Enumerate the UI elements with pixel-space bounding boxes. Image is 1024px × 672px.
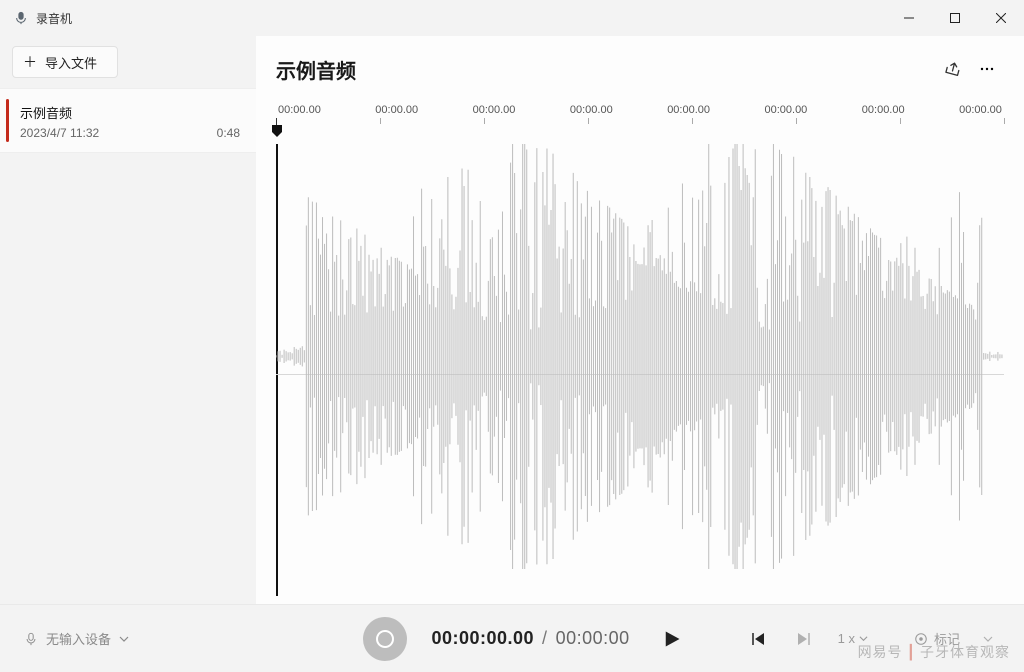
share-icon <box>945 61 961 77</box>
timeline-label: 00:00.00 <box>959 104 1002 116</box>
record-icon <box>376 630 394 648</box>
timeline-label: 00:00.00 <box>375 104 418 116</box>
playhead[interactable] <box>276 128 1004 142</box>
app-icon <box>14 11 28 25</box>
more-icon <box>979 61 995 77</box>
share-button[interactable] <box>936 52 970 86</box>
play-icon <box>662 629 682 649</box>
timeline-label: 00:00.00 <box>764 104 807 116</box>
marker-dropdown-button[interactable] <box>970 621 1006 657</box>
playback-speed-selector[interactable]: 1 x <box>832 627 874 650</box>
timeline-label: 00:00.00 <box>473 104 516 116</box>
more-button[interactable] <box>970 52 1004 86</box>
marker-icon <box>914 632 928 646</box>
main-panel: 示例音频 00:00.00 00:00.00 00:00.00 00:00.00… <box>256 36 1024 604</box>
timeline-labels: 00:00.00 00:00.00 00:00.00 00:00.00 00:0… <box>276 104 1004 116</box>
timeline-label: 00:00.00 <box>570 104 613 116</box>
chevron-down-icon <box>859 634 868 643</box>
close-button[interactable] <box>978 2 1024 34</box>
time-display: 00:00:00.00 / 00:00:00 <box>431 628 629 649</box>
playhead-marker-icon <box>271 124 283 143</box>
skip-forward-button[interactable] <box>786 621 822 657</box>
time-separator: / <box>542 628 548 649</box>
app-title: 录音机 <box>36 10 72 27</box>
page-title: 示例音频 <box>276 55 356 84</box>
play-button[interactable] <box>654 621 690 657</box>
recording-duration: 0:48 <box>217 126 240 140</box>
skip-forward-icon <box>796 631 812 647</box>
marker-label: 标记 <box>934 629 960 648</box>
timeline-label: 00:00.00 <box>862 104 905 116</box>
mic-icon <box>24 632 38 646</box>
plus-icon: ＋ <box>23 55 37 69</box>
timeline-label: 00:00.00 <box>278 104 321 116</box>
title-bar: 录音机 <box>0 0 1024 36</box>
minimize-button[interactable] <box>886 2 932 34</box>
record-button[interactable] <box>363 617 407 661</box>
maximize-button[interactable] <box>932 2 978 34</box>
import-file-label: 导入文件 <box>45 53 97 72</box>
skip-back-button[interactable] <box>740 621 776 657</box>
input-device-selector[interactable]: 无输入设备 <box>18 625 135 652</box>
speed-label: 1 x <box>838 631 855 646</box>
current-time: 00:00:00.00 <box>431 628 534 649</box>
footer-toolbar: 无输入设备 00:00:00.00 / 00:00:00 1 x 标记 网易号┃… <box>0 604 1024 672</box>
input-device-label: 无输入设备 <box>46 629 111 648</box>
recording-title: 示例音频 <box>20 103 240 122</box>
recording-datetime: 2023/4/7 11:32 <box>20 126 99 140</box>
import-file-button[interactable]: ＋ 导入文件 <box>12 46 118 78</box>
timeline-label: 00:00.00 <box>667 104 710 116</box>
recording-list-item[interactable]: 示例音频 2023/4/7 11:32 0:48 <box>0 88 256 153</box>
timeline-ticks <box>276 118 1004 128</box>
chevron-down-icon <box>119 634 129 644</box>
waveform-icon <box>276 144 1004 569</box>
chevron-down-icon <box>983 634 993 644</box>
waveform-area[interactable] <box>276 144 1004 604</box>
skip-back-icon <box>750 631 766 647</box>
total-time: 00:00:00 <box>556 628 630 649</box>
sidebar: ＋ 导入文件 示例音频 2023/4/7 11:32 0:48 <box>0 36 256 604</box>
add-marker-button[interactable]: 标记 <box>914 629 960 648</box>
